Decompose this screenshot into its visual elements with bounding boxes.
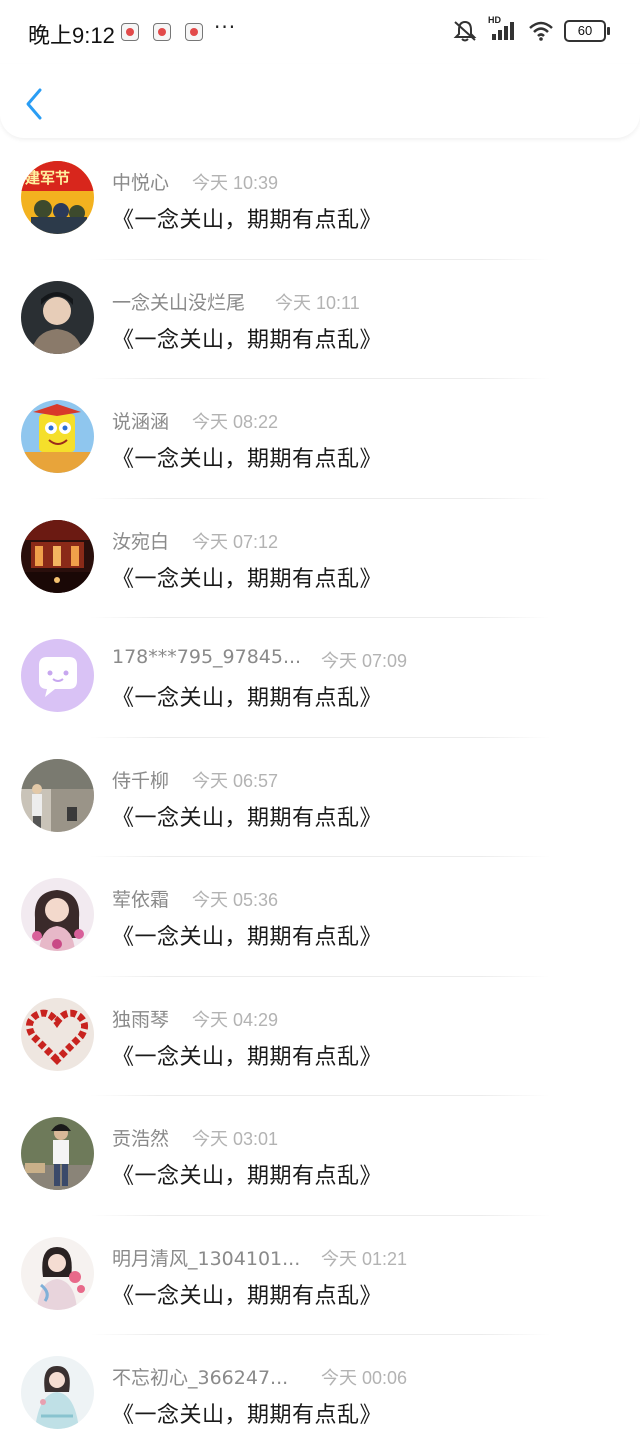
list-item[interactable]: 独雨琴 今天 04:29 《一念关山，期期有点乱》 — [0, 977, 640, 1096]
app-notification-icon — [153, 23, 171, 41]
avatar[interactable] — [21, 639, 94, 712]
comment-time: 今天 05:36 — [192, 890, 279, 910]
avatar[interactable] — [21, 997, 94, 1071]
list-item[interactable]: 明月清风_1304101... 今天 01:21 《一念关山，期期有点乱》 — [0, 1216, 640, 1335]
avatar[interactable] — [21, 758, 94, 832]
comment-header: 明月清风_1304101... 今天 01:21 — [112, 1244, 622, 1270]
status-time: 晚上9:12 — [28, 23, 115, 48]
comment-header: 不忘初心_366247... 今天 00:06 — [112, 1363, 622, 1389]
avatar[interactable] — [21, 1117, 94, 1190]
list-item[interactable]: 贡浩然 今天 03:01 《一念关山，期期有点乱》 — [0, 1096, 640, 1216]
comment-text: 《一念关山，期期有点乱》 — [112, 1044, 383, 1070]
app-notification-icon — [185, 23, 203, 41]
comment-header: 侍千柳 今天 06:57 — [112, 766, 622, 792]
list-item[interactable]: 说涵涵 今天 08:22 《一念关山，期期有点乱》 — [0, 379, 640, 499]
user-name[interactable]: 一念关山没烂尾 — [112, 288, 245, 315]
list-item[interactable]: 建军节 中悦心 今天 10:39 《一念关山，期期有点乱》 — [0, 140, 640, 260]
user-name[interactable]: 明月清风_1304101... — [112, 1244, 300, 1271]
avatar[interactable] — [21, 400, 94, 473]
user-name[interactable]: 178***795_97845... — [112, 646, 301, 668]
avatar[interactable] — [21, 1236, 94, 1310]
more-notifications-icon: ··· — [214, 15, 237, 39]
app-notification-icon — [121, 23, 139, 41]
battery-icon: 60 — [564, 20, 610, 42]
comment-time: 今天 08:22 — [192, 412, 279, 432]
comment-text: 《一念关山，期期有点乱》 — [112, 1283, 383, 1309]
comment-text: 《一念关山，期期有点乱》 — [112, 1164, 383, 1189]
comment-header: 汝宛白 今天 07:12 — [112, 527, 622, 553]
avatar[interactable] — [21, 280, 94, 354]
avatar[interactable] — [21, 878, 94, 951]
comment-time: 今天 04:29 — [192, 1009, 279, 1030]
list-item[interactable]: 荤依霜 今天 05:36 《一念关山，期期有点乱》 — [0, 857, 640, 977]
avatar[interactable] — [21, 1356, 94, 1429]
comment-header: 荤依霜 今天 05:36 — [112, 885, 622, 911]
list-item[interactable]: 一念关山没烂尾 今天 10:11 《一念关山，期期有点乱》 — [0, 260, 640, 379]
user-name[interactable]: 侍千柳 — [112, 766, 169, 793]
comment-text: 《一念关山，期期有点乱》 — [112, 447, 383, 472]
comment-text: 《一念关山，期期有点乱》 — [112, 327, 383, 353]
comment-text: 《一念关山，期期有点乱》 — [112, 566, 383, 592]
status-icons: HD 60 — [452, 15, 610, 43]
user-name[interactable]: 中悦心 — [112, 168, 169, 195]
list-item[interactable]: 侍千柳 今天 06:57 《一念关山，期期有点乱》 — [0, 738, 640, 857]
comment-header: 中悦心 今天 10:39 — [112, 168, 622, 194]
comment-time: 今天 10:11 — [275, 292, 360, 313]
status-bar: 晚上9:12 ··· HD 60 — [0, 0, 640, 64]
comment-time: 今天 03:01 — [192, 1129, 279, 1149]
comment-text: 《一念关山，期期有点乱》 — [112, 686, 383, 711]
back-button[interactable] — [18, 84, 50, 124]
list-item[interactable]: 178***795_97845... 今天 07:09 《一念关山，期期有点乱》 — [0, 618, 640, 738]
comment-header: 一念关山没烂尾 今天 10:11 — [112, 288, 622, 314]
wifi-icon — [529, 21, 553, 41]
comment-text: 《一念关山，期期有点乱》 — [112, 925, 383, 950]
svg-text:建军节: 建军节 — [25, 169, 70, 187]
signal-icon: HD — [488, 15, 518, 42]
user-name[interactable]: 说涵涵 — [112, 407, 169, 434]
comment-text: 《一念关山，期期有点乱》 — [112, 1403, 383, 1428]
comment-text: 《一念关山，期期有点乱》 — [112, 805, 383, 831]
avatar[interactable] — [21, 519, 94, 593]
user-name[interactable]: 汝宛白 — [112, 527, 169, 554]
comment-time: 今天 01:21 — [321, 1248, 408, 1269]
comment-header: 贡浩然 今天 03:01 — [112, 1124, 622, 1150]
navigation-bar — [0, 64, 640, 138]
comment-time: 今天 07:12 — [192, 531, 279, 552]
mute-bell-icon — [453, 20, 477, 42]
comment-text: 《一念关山，期期有点乱》 — [112, 208, 383, 233]
user-name[interactable]: 荤依霜 — [112, 885, 169, 912]
comment-time: 今天 06:57 — [192, 770, 279, 791]
user-name[interactable]: 贡浩然 — [112, 1124, 169, 1151]
chevron-left-icon — [26, 88, 42, 120]
comment-time: 今天 07:09 — [321, 651, 408, 671]
comment-list: 建军节 中悦心 今天 10:39 《一念关山，期期有点乱》 一念关山没烂尾 今天… — [0, 140, 640, 1455]
comment-time: 今天 10:39 — [192, 173, 279, 193]
comment-time: 今天 00:06 — [321, 1368, 408, 1388]
user-name[interactable]: 独雨琴 — [112, 1005, 169, 1032]
user-name[interactable]: 不忘初心_366247... — [112, 1363, 288, 1390]
comment-header: 说涵涵 今天 08:22 — [112, 407, 622, 433]
notification-icons — [121, 23, 203, 41]
comment-header: 178***795_97845... 今天 07:09 — [112, 646, 622, 672]
list-item[interactable]: 汝宛白 今天 07:12 《一念关山，期期有点乱》 — [0, 499, 640, 618]
avatar[interactable]: 建军节 — [21, 161, 94, 234]
comment-header: 独雨琴 今天 04:29 — [112, 1005, 622, 1031]
list-item[interactable]: 不忘初心_366247... 今天 00:06 《一念关山，期期有点乱》 — [0, 1335, 640, 1455]
